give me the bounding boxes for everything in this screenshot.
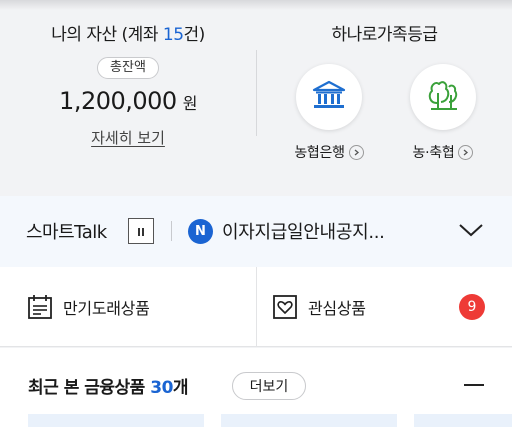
- quick-divider: [256, 267, 257, 347]
- maturity-products-label: 만기도래상품: [63, 299, 150, 318]
- bank-circle: [296, 64, 362, 130]
- notification-count-badge: 9: [459, 294, 485, 320]
- my-assets-title: 나의 자산 (계좌 15건): [0, 20, 256, 45]
- recent-product-card[interactable]: [28, 414, 204, 427]
- favorite-products-button[interactable]: 관심상품: [272, 267, 366, 347]
- more-button[interactable]: 더보기: [232, 372, 306, 400]
- bank-circle: [410, 64, 476, 130]
- bank-label-text: 농협은행: [294, 145, 345, 161]
- my-assets-title-text: 나의 자산 (계좌: [51, 25, 163, 45]
- recent-products-title: 최근 본 금융상품 30개: [28, 373, 189, 398]
- recent-count: 30: [150, 378, 173, 398]
- my-assets-panel: 나의 자산 (계좌 15건) 총잔액 1,200,000 원 자세히 보기: [0, 20, 256, 148]
- amount-value: 1,200,000: [59, 87, 177, 115]
- vertical-divider: [256, 50, 257, 136]
- pause-button[interactable]: [128, 218, 154, 244]
- smart-talk-message[interactable]: 이자지급일안내공지...: [222, 218, 385, 244]
- recent-product-card[interactable]: [414, 414, 512, 427]
- bank-nh-bank[interactable]: 농협은행: [279, 64, 379, 162]
- bank-nh-coop[interactable]: 농·축협: [393, 64, 493, 162]
- talk-divider: [171, 221, 172, 241]
- view-details-link[interactable]: 자세히 보기: [91, 127, 165, 148]
- family-grade-title: 하나로가족등급: [331, 25, 438, 45]
- bank-building-icon: [312, 80, 346, 114]
- quick-menu-row: 만기도래상품 관심상품: [0, 267, 512, 347]
- recent-title-suffix: 개: [172, 378, 189, 398]
- asset-summary-section: 나의 자산 (계좌 15건) 총잔액 1,200,000 원 자세히 보기 하나로…: [0, 0, 512, 196]
- smart-talk-label: 스마트Talk: [26, 222, 107, 243]
- bank-label-text: 농·축협: [412, 145, 455, 161]
- my-assets-title-suffix: 건): [183, 25, 206, 45]
- calendar-list-icon: [27, 294, 53, 320]
- heart-box-icon: [272, 294, 298, 320]
- collapse-icon[interactable]: [464, 384, 484, 386]
- favorite-products-label: 관심상품: [308, 299, 366, 318]
- total-amount: 1,200,000 원: [0, 87, 256, 115]
- trees-icon: [425, 79, 461, 115]
- chevron-right-icon: [348, 144, 364, 160]
- chevron-down-icon[interactable]: [458, 222, 484, 242]
- account-count: 15: [162, 25, 184, 45]
- top-shadow: [0, 0, 512, 10]
- new-badge: N: [188, 219, 213, 244]
- recent-product-card[interactable]: [221, 414, 397, 427]
- bank-label: 농협은행: [279, 142, 379, 162]
- chevron-right-icon: [458, 144, 474, 160]
- recent-title-text: 최근 본 금융상품: [28, 378, 151, 398]
- family-grade-panel: 하나로가족등급: [257, 20, 512, 45]
- bank-label: 농·축협: [393, 142, 493, 162]
- pause-icon: [136, 222, 146, 241]
- amount-unit: 원: [182, 94, 198, 113]
- maturity-products-button[interactable]: 만기도래상품: [27, 267, 150, 347]
- total-balance-badge: 총잔액: [97, 57, 159, 79]
